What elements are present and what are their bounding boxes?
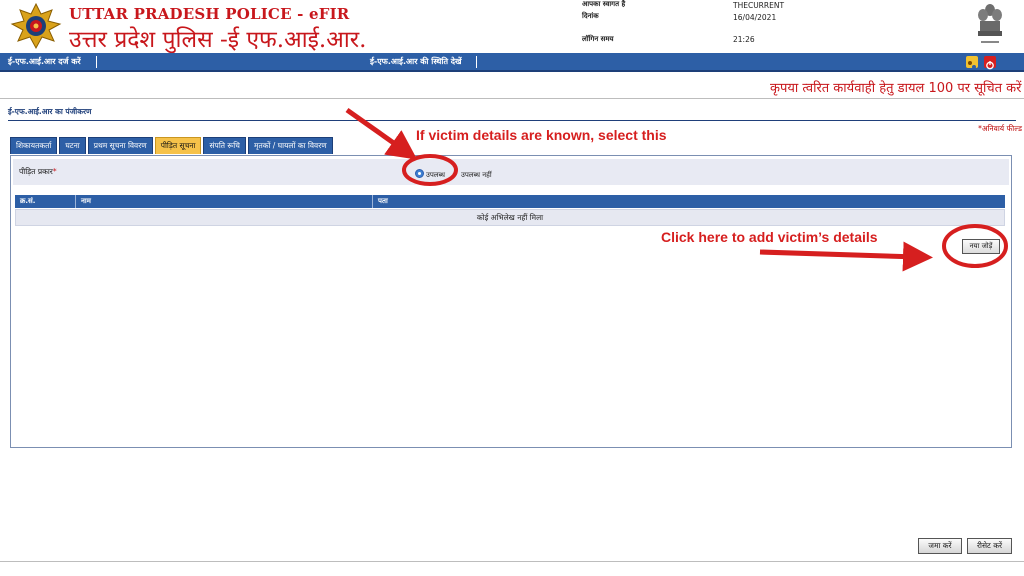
divider: [0, 98, 1024, 99]
up-police-logo-icon: [10, 2, 62, 50]
login-time-label: लॉगिन समय: [582, 35, 614, 43]
victim-type-row: पीड़ित प्रकार* उपलब्ध उपलब्ध नहीं: [13, 159, 1009, 185]
welcome-label: आपका स्वागत है: [582, 0, 626, 8]
add-hint-annotation: Click here to add victim’s details: [661, 229, 878, 245]
form-tabs: शिकायतकर्ता घटना प्रथम सूचना विवरण पीड़ि…: [10, 137, 335, 154]
tab-incident[interactable]: घटना: [59, 137, 86, 154]
nav-divider: [476, 56, 477, 68]
tab-deceased-injured[interactable]: मृतकों / घायलों का विवरण: [247, 137, 333, 154]
victim-available-radio[interactable]: [415, 169, 424, 178]
victim-type-label: पीड़ित प्रकार*: [19, 167, 57, 176]
column-divider: [372, 195, 373, 208]
tab-victim-info[interactable]: पीड़ित सूचना: [154, 137, 202, 154]
tab-complainant[interactable]: शिकायतकर्ता: [10, 137, 58, 154]
date-value: 16/04/2021: [733, 13, 777, 22]
site-title-hindi: उत्तर प्रदेश पुलिस -ई एफ.आई.आर.: [69, 27, 367, 53]
power-icon[interactable]: [984, 56, 996, 70]
ashoka-emblem-icon: [978, 4, 1002, 43]
no-records-message: कोई अभिलेख नहीं मिला: [15, 209, 1005, 226]
fir-status-link[interactable]: ई-एफ.आई.आर की स्थिति देखें: [370, 56, 462, 67]
victim-not-available-label[interactable]: उपलब्ध नहीं: [461, 171, 492, 180]
username: THECURRENT: [733, 1, 785, 10]
login-time-value: 21:26: [733, 35, 755, 44]
site-title-english: UTTAR PRADESH POLICE - eFIR: [69, 5, 350, 23]
column-divider: [75, 195, 76, 208]
mandatory-field-note: *अनिवार्य फील्ड: [978, 124, 1022, 133]
victim-info-panel: पीड़ित प्रकार* उपलब्ध उपलब्ध नहीं क्र.सं…: [10, 155, 1012, 448]
register-fir-link[interactable]: ई-एफ.आई.आर दर्ज करें: [8, 56, 81, 67]
date-label: दिनांक: [582, 12, 599, 20]
nav-divider: [96, 56, 97, 68]
column-serial[interactable]: क्र.सं.: [20, 197, 35, 206]
settings-icon[interactable]: [966, 56, 978, 69]
add-new-victim-button[interactable]: नया जोड़ें: [962, 239, 1000, 254]
section-title: ई-एफ.आई.आर का पंजीकरण: [8, 107, 92, 116]
main-nav-bar: ई-एफ.आई.आर दर्ज करें ई-एफ.आई.आर की स्थित…: [0, 53, 1024, 72]
select-hint-annotation: If victim details are known, select this: [416, 127, 667, 143]
footer-divider: [0, 561, 1024, 562]
submit-button[interactable]: जमा करें: [918, 538, 962, 554]
victim-available-label: उपलब्ध: [426, 171, 446, 179]
victim-grid-header: क्र.सं. नाम पता: [15, 195, 1005, 208]
column-address[interactable]: पता: [378, 197, 388, 206]
dial-100-marquee: कृपया त्वरित कार्यवाही हेतु डायल 100 पर …: [770, 81, 1022, 96]
tab-property[interactable]: संपति रूचि: [203, 137, 246, 154]
reset-button[interactable]: रीसेट करें: [967, 538, 1012, 554]
tab-fir-details[interactable]: प्रथम सूचना विवरण: [87, 137, 153, 154]
arrow-to-available-option: [345, 107, 418, 160]
section-underline: [8, 120, 1016, 121]
column-name[interactable]: नाम: [81, 197, 91, 206]
